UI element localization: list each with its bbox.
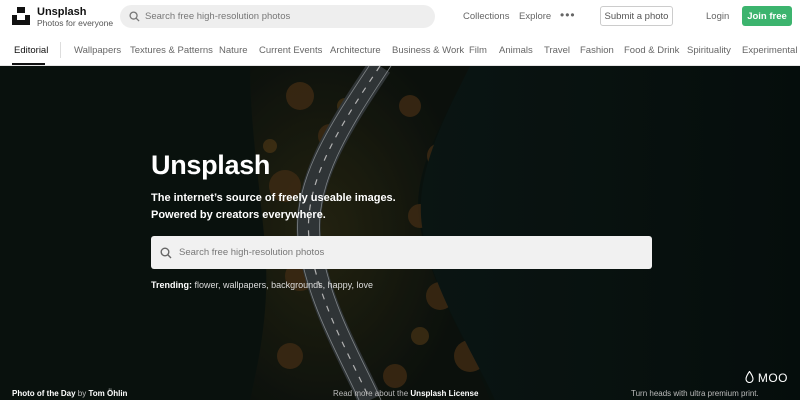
- tab-spirituality[interactable]: Spirituality: [687, 45, 731, 56]
- sponsor-tagline[interactable]: Turn heads with ultra premium print.: [631, 389, 759, 398]
- tab-fashion[interactable]: Fashion: [580, 45, 614, 56]
- trending-flower[interactable]: flower: [195, 280, 219, 290]
- join-free-button[interactable]: Join free: [742, 6, 792, 26]
- tab-wallpapers[interactable]: Wallpapers: [74, 45, 121, 56]
- header-search-input[interactable]: [145, 5, 425, 28]
- trending-backgrounds[interactable]: backgrounds: [271, 280, 323, 290]
- hero-search-bar[interactable]: [151, 236, 652, 269]
- tab-business-work[interactable]: Business & Work: [392, 45, 464, 56]
- hero-section: Unsplash The internet’s source of freely…: [0, 66, 800, 400]
- tab-film[interactable]: Film: [469, 45, 487, 56]
- photo-of-day-link[interactable]: Photo of the Day: [12, 389, 76, 398]
- tab-current-events[interactable]: Current Events: [259, 45, 322, 56]
- tab-experimental[interactable]: Experimental: [742, 45, 797, 56]
- license-prefix: Read more about the: [333, 389, 409, 398]
- tab-architecture[interactable]: Architecture: [330, 45, 381, 56]
- license-link[interactable]: Unsplash License: [410, 389, 478, 398]
- sponsor-logo[interactable]: MOO: [745, 370, 789, 385]
- hero-search-input[interactable]: [179, 236, 639, 269]
- nav-collections[interactable]: Collections: [463, 11, 509, 22]
- tab-nature[interactable]: Nature: [219, 45, 248, 56]
- hero-subtitle-line1: The internet’s source of freely useable …: [151, 192, 396, 204]
- photo-of-day-credit: Photo of the Day by Tom Öhlin: [12, 389, 127, 398]
- unsplash-logo-icon[interactable]: [12, 7, 30, 25]
- hero-subtitle-line2: Powered by creators everywhere.: [151, 209, 326, 221]
- trending-searches: Trending: flower, wallpapers, background…: [151, 280, 374, 290]
- login-link[interactable]: Login: [706, 11, 729, 22]
- license-note: Read more about the Unsplash License: [333, 389, 478, 398]
- active-tab-indicator: [12, 63, 45, 65]
- tab-travel[interactable]: Travel: [544, 45, 570, 56]
- brand-tagline: Photos for everyone: [37, 18, 114, 28]
- category-divider: [60, 42, 61, 58]
- drop-icon: [745, 370, 754, 384]
- hero-title: Unsplash: [151, 150, 271, 180]
- brand-name: Unsplash: [37, 6, 87, 18]
- hero-background-photo: [0, 66, 800, 400]
- search-icon: [129, 11, 140, 22]
- brand[interactable]: Unsplash Photos for everyone: [37, 6, 113, 29]
- photographer-link[interactable]: Tom Öhlin: [88, 389, 127, 398]
- submit-photo-button[interactable]: Submit a photo: [600, 6, 673, 26]
- tab-editorial[interactable]: Editorial: [14, 45, 48, 56]
- tab-animals[interactable]: Animals: [499, 45, 533, 56]
- search-icon: [160, 247, 172, 259]
- trending-label: Trending:: [151, 280, 192, 290]
- header-search-bar[interactable]: [120, 5, 435, 28]
- tab-textures-patterns[interactable]: Textures & Patterns: [130, 45, 213, 56]
- tab-food-drink[interactable]: Food & Drink: [624, 45, 679, 56]
- trending-wallpapers[interactable]: wallpapers: [223, 280, 266, 290]
- top-header: Unsplash Photos for everyone Collections…: [0, 0, 800, 34]
- trending-love[interactable]: love: [357, 280, 374, 290]
- category-bar: Editorial Wallpapers Textures & Patterns…: [0, 34, 800, 66]
- sponsor-name: MOO: [757, 371, 789, 385]
- nav-explore[interactable]: Explore: [519, 11, 551, 22]
- photo-credit-by: by: [77, 389, 87, 398]
- ellipsis-icon[interactable]: •••: [560, 8, 576, 22]
- trending-happy[interactable]: happy: [328, 280, 352, 290]
